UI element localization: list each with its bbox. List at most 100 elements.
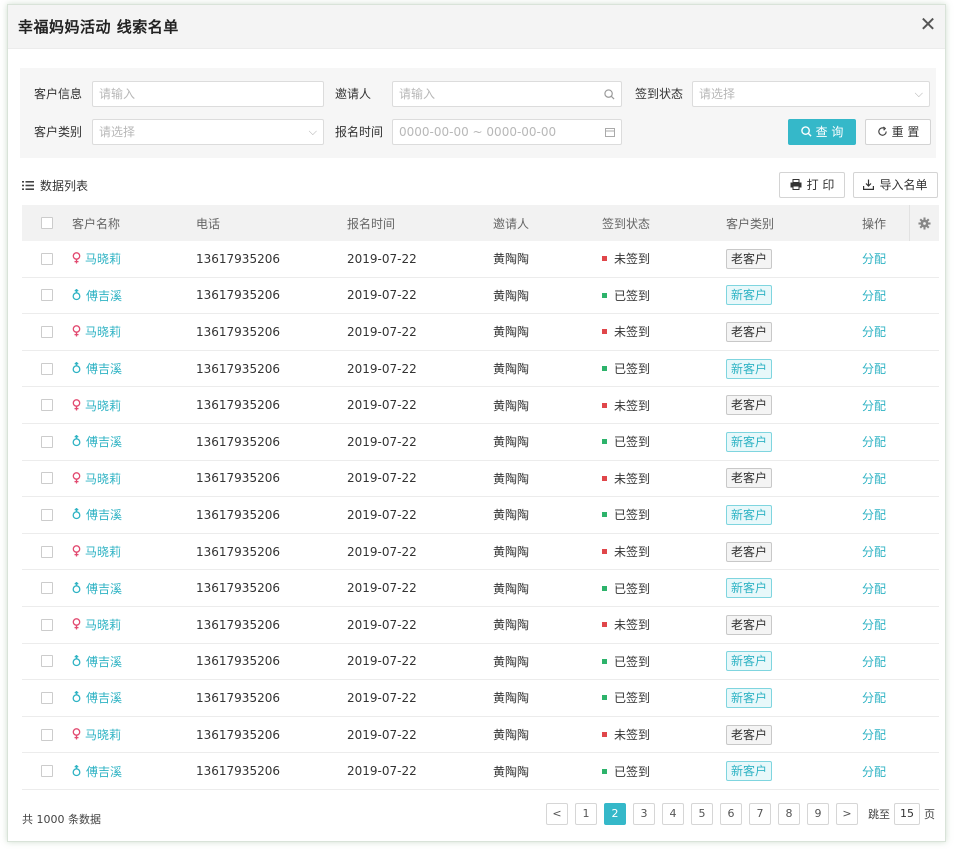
customer-name-link[interactable]: 傅吉溪	[72, 361, 122, 376]
customer-info-input[interactable]: 请输入	[92, 81, 324, 107]
row-checkbox[interactable]	[41, 472, 53, 485]
status-dot	[602, 695, 607, 701]
assign-link[interactable]: 分配	[862, 655, 886, 669]
assign-link[interactable]: 分配	[862, 618, 886, 632]
inviter-cell: 黄陶陶	[493, 398, 530, 413]
checkin-status-text: 未签到	[614, 728, 651, 743]
jump-page-input[interactable]: 15	[894, 803, 920, 825]
customer-name: 马晓莉	[85, 545, 122, 560]
jump-suffix-label: 页	[924, 808, 935, 821]
customer-name-link[interactable]: 马晓莉	[72, 252, 121, 266]
signup-time-range-input[interactable]: 0000-00-00 ~ 0000-00-00	[392, 119, 622, 145]
close-icon[interactable]: ✕	[917, 13, 939, 35]
inviter-cell: 黄陶陶	[493, 508, 530, 523]
page-3-button[interactable]: 3	[633, 803, 655, 825]
import-list-button[interactable]: 导入名单	[853, 172, 938, 198]
customer-type-badge: 新客户	[726, 687, 773, 708]
female-icon	[72, 398, 81, 411]
page-8-button[interactable]: 8	[778, 803, 800, 825]
assign-link[interactable]: 分配	[862, 399, 886, 413]
assign-link[interactable]: 分配	[862, 325, 886, 339]
customer-name-link[interactable]: 傅吉溪	[72, 691, 122, 705]
page-4-button[interactable]: 4	[662, 803, 684, 825]
customer-name-link[interactable]: 马晓莉	[72, 325, 121, 339]
assign-link[interactable]: 分配	[862, 545, 886, 559]
customer-name: 傅吉溪	[86, 691, 123, 706]
customer-name-link[interactable]: 傅吉溪	[72, 581, 122, 596]
page-6-button[interactable]: 6	[720, 803, 742, 825]
customer-name-link[interactable]: 马晓莉	[72, 545, 121, 559]
customer-name-link[interactable]: 马晓莉	[72, 399, 121, 413]
assign-link[interactable]: 分配	[862, 691, 886, 705]
assign-link[interactable]: 分配	[862, 435, 886, 449]
inviter-cell: 黄陶陶	[493, 435, 530, 450]
select-all-checkbox[interactable]	[41, 217, 53, 229]
customer-name-link[interactable]: 马晓莉	[72, 618, 121, 632]
row-checkbox[interactable]	[41, 691, 53, 704]
customer-type-badge: 新客户	[726, 761, 773, 782]
assign-link[interactable]: 分配	[862, 289, 886, 303]
row-checkbox[interactable]	[41, 728, 53, 741]
female-icon	[72, 472, 81, 484]
row-checkbox[interactable]	[41, 289, 53, 302]
customer-name-link[interactable]: 马晓莉	[72, 728, 121, 742]
male-icon	[72, 434, 81, 447]
customer-name-link[interactable]: 傅吉溪	[72, 764, 122, 779]
inviter-placeholder: 请输入	[399, 87, 436, 101]
page-7-button[interactable]: 7	[749, 803, 771, 825]
assign-link[interactable]: 分配	[862, 252, 886, 266]
page-1-button[interactable]: 1	[575, 803, 597, 825]
assign-link[interactable]: 分配	[862, 472, 886, 486]
male-icon	[72, 691, 81, 703]
checkin-status-select[interactable]: 请选择 ⌵	[692, 81, 930, 107]
page-9-button[interactable]: 9	[807, 803, 829, 825]
next-page-button[interactable]: >	[836, 803, 858, 825]
customer-type-select[interactable]: 请选择 ⌵	[92, 119, 324, 145]
status-dot	[602, 549, 607, 555]
customer-type-cell: 老客户	[726, 395, 862, 416]
row-checkbox[interactable]	[41, 582, 53, 595]
customer-name: 马晓莉	[85, 325, 122, 340]
row-checkbox[interactable]	[41, 362, 53, 375]
assign-link[interactable]: 分配	[862, 508, 886, 522]
assign-link[interactable]: 分配	[862, 728, 886, 742]
row-checkbox[interactable]	[41, 252, 53, 265]
col-header-phone: 电话	[196, 216, 221, 231]
row-checkbox[interactable]	[41, 545, 53, 558]
assign-link[interactable]: 分配	[862, 362, 886, 376]
inviter-input[interactable]: 请输入	[392, 81, 622, 107]
page-5-button[interactable]: 5	[691, 803, 713, 825]
customer-name-link[interactable]: 马晓莉	[72, 472, 121, 486]
row-checkbox[interactable]	[41, 435, 53, 448]
male-icon	[72, 361, 81, 374]
customer-name-link[interactable]: 傅吉溪	[72, 508, 122, 522]
phone-cell: 13617935206	[196, 690, 280, 705]
row-checkbox[interactable]	[41, 655, 53, 668]
query-button[interactable]: 查 询	[788, 119, 856, 145]
print-button[interactable]: 打 印	[779, 172, 845, 198]
table-row: 傅吉溪 13617935206 2019-07-22 黄陶陶 已签到 新客户 分配	[22, 644, 939, 681]
status-dot	[602, 585, 607, 591]
customer-name-link[interactable]: 傅吉溪	[72, 434, 122, 449]
row-checkbox[interactable]	[41, 765, 53, 778]
inviter-cell: 黄陶陶	[493, 325, 530, 340]
page-2-button[interactable]: 2	[604, 803, 626, 825]
assign-link[interactable]: 分配	[862, 582, 886, 596]
total-count: 共 1000 条数据	[22, 813, 101, 826]
phone-cell: 13617935206	[196, 544, 280, 559]
row-checkbox[interactable]	[41, 399, 53, 412]
row-checkbox[interactable]	[41, 618, 53, 631]
row-checkbox[interactable]	[41, 325, 53, 338]
row-checkbox[interactable]	[41, 508, 53, 521]
inviter-cell: 黄陶陶	[493, 362, 530, 377]
gear-icon[interactable]	[909, 205, 939, 241]
customer-name-link[interactable]: 傅吉溪	[72, 654, 122, 669]
reset-button[interactable]: 重 置	[865, 119, 931, 145]
prev-page-button[interactable]: <	[546, 803, 568, 825]
checkin-status-cell: 已签到	[602, 506, 726, 523]
customer-name-link[interactable]: 傅吉溪	[72, 288, 122, 303]
filter-panel: 客户信息 请输入 邀请人 请输入 签到状态 请选择 ⌵ 客户类别 请选择 ⌵ 报…	[20, 68, 936, 158]
signup-time-cell: 2019-07-22	[347, 727, 417, 742]
assign-link[interactable]: 分配	[862, 765, 886, 779]
customer-type-badge: 老客户	[726, 248, 773, 269]
